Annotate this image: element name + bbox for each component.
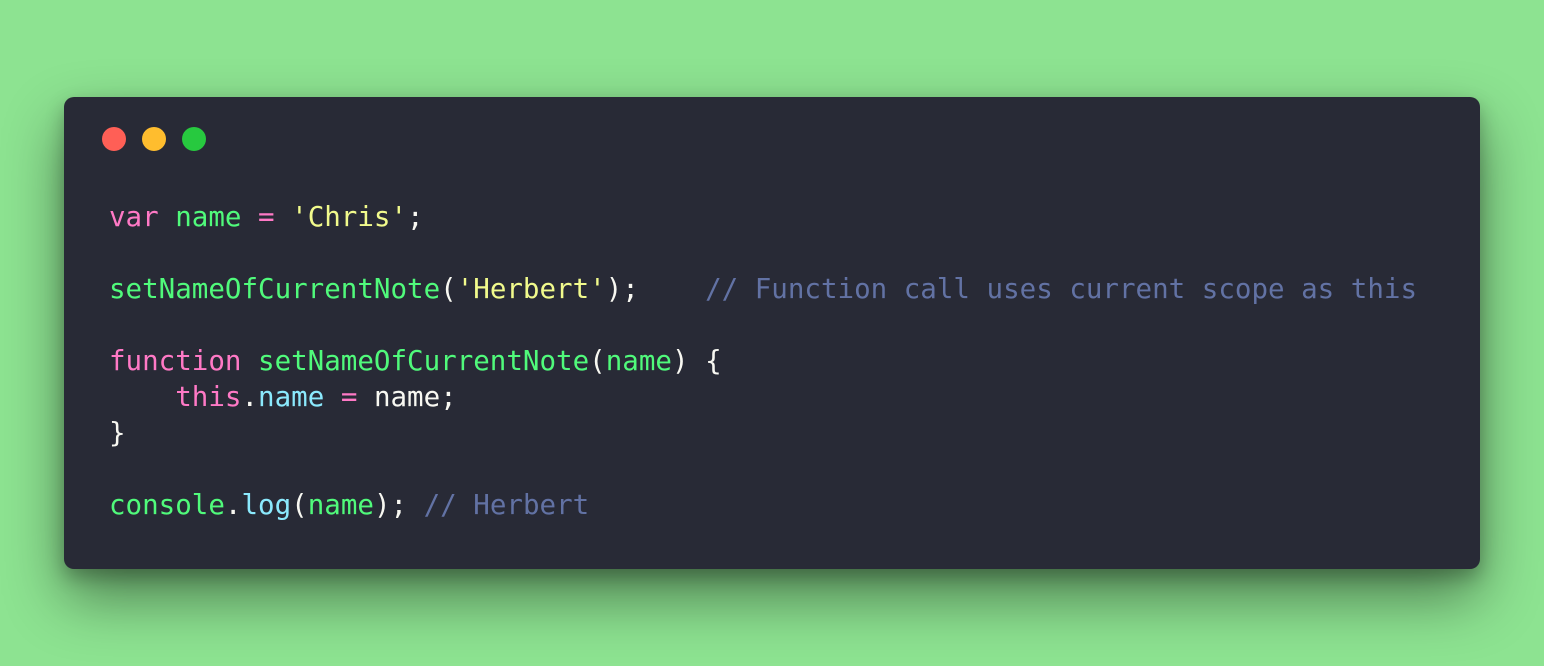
code-line-5: function setNameOfCurrentNote(name) { (109, 343, 1417, 379)
code-block: var name = 'Chris'; setNameOfCurrentNote(… (109, 199, 1417, 523)
string-token: 'Chris' (291, 201, 408, 233)
operator-token: = (324, 381, 374, 413)
punctuation-token: ( (589, 345, 606, 377)
indent-token (109, 381, 175, 413)
punctuation-token: ; (407, 201, 424, 233)
keyword-token: function (109, 345, 242, 377)
punctuation-token: ( (440, 273, 457, 305)
operator-token: = (241, 201, 292, 233)
punctuation-token: ( (291, 489, 308, 521)
parameter-token: name (605, 345, 672, 377)
punctuation-token: ) { (671, 345, 722, 377)
identifier-token: name (175, 201, 242, 233)
property-token: name (258, 381, 325, 413)
punctuation-token: . (224, 489, 242, 521)
brace-token: } (109, 417, 126, 449)
window-controls (102, 127, 206, 151)
function-token: setNameOfCurrentNote (109, 273, 441, 305)
minimize-dot-icon[interactable] (142, 127, 166, 151)
identifier-token: name; (373, 381, 457, 413)
code-line-9: console.log(name); // Herbert (109, 487, 1417, 523)
object-token: console (109, 489, 225, 521)
comment-token: // Function call uses current scope as t… (705, 273, 1418, 305)
function-token: setNameOfCurrentNote (258, 345, 590, 377)
code-line-6: this.name = name; (109, 379, 1417, 415)
close-dot-icon[interactable] (102, 127, 126, 151)
keyword-token: var (109, 201, 159, 233)
keyword-token: this (175, 381, 242, 413)
code-line-1: var name = 'Chris'; (109, 199, 1417, 235)
code-line-3: setNameOfCurrentNote('Herbert'); // Func… (109, 271, 1417, 307)
punctuation-token: ); (373, 489, 408, 521)
code-window: var name = 'Chris'; setNameOfCurrentNote(… (64, 97, 1480, 569)
method-token: log (241, 489, 292, 521)
maximize-dot-icon[interactable] (182, 127, 206, 151)
punctuation-token: ); (605, 273, 639, 305)
punctuation-token: . (241, 381, 259, 413)
string-token: 'Herbert' (456, 273, 606, 305)
comment-token: // Herbert (423, 489, 590, 521)
code-line-7: } (109, 415, 1417, 451)
argument-token: name (307, 489, 374, 521)
